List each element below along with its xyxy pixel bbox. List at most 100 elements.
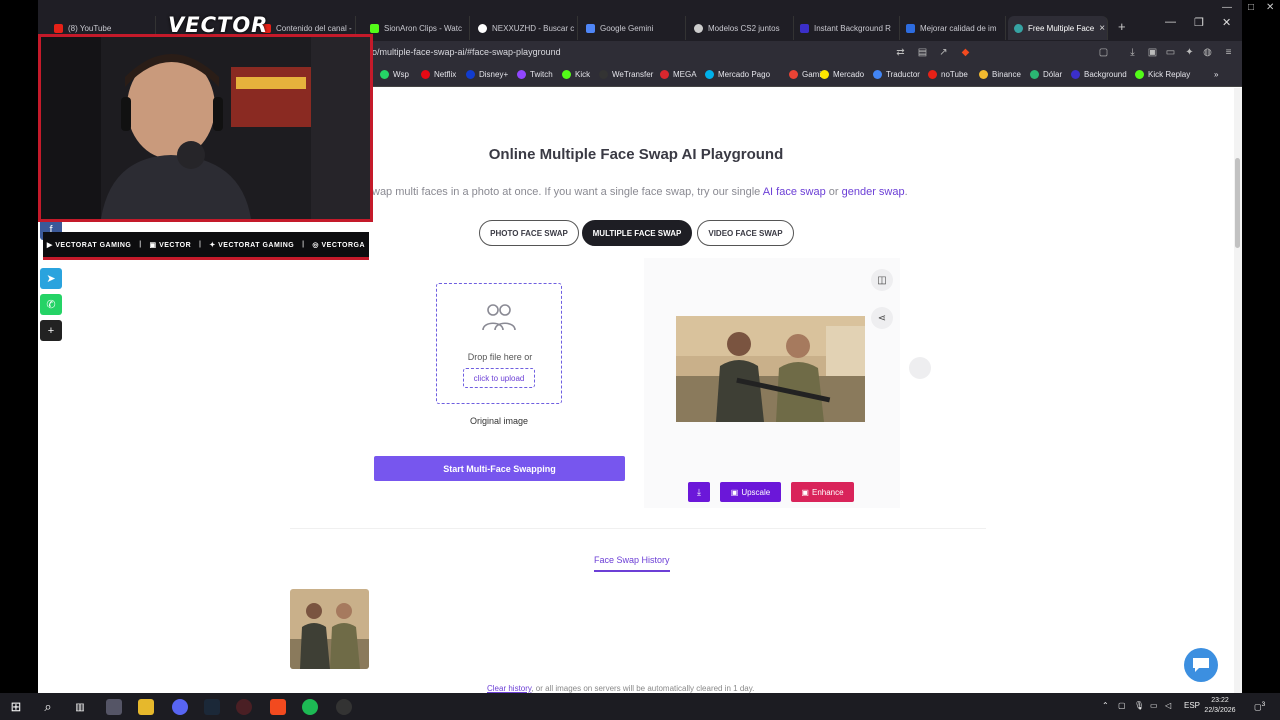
video-face-swap-button[interactable]: VIDEO FACE SWAP bbox=[697, 220, 794, 246]
spotify-icon[interactable] bbox=[302, 699, 318, 715]
url-text[interactable]: o/multiple-face-swap-ai/#face-swap-playg… bbox=[372, 47, 561, 57]
obs-icon[interactable] bbox=[236, 699, 252, 715]
whatsapp-share-icon[interactable]: ✆ bbox=[40, 294, 62, 315]
notifications-icon[interactable]: ▢3 bbox=[1254, 701, 1265, 712]
enhance-button[interactable]: ▣ Enhance bbox=[791, 482, 854, 502]
tab-modelos[interactable]: Modelos CS2 juntos bbox=[688, 16, 794, 40]
tray-chevron-icon[interactable]: ⌃ bbox=[1102, 701, 1109, 710]
menu-icon[interactable]: ≡ bbox=[1222, 46, 1235, 59]
photo-face-swap-button[interactable]: PHOTO FACE SWAP bbox=[479, 220, 579, 246]
bookmark-label: Kick Replay bbox=[1148, 70, 1191, 79]
tab-active-face-swap[interactable]: Free Multiple Face × bbox=[1008, 16, 1108, 40]
more-bookmarks-icon[interactable]: » bbox=[1214, 70, 1218, 79]
sidebar-icon[interactable]: ▢ bbox=[1097, 46, 1110, 59]
bookmark-item[interactable]: Mercado Pago bbox=[705, 70, 770, 79]
kick-icon bbox=[370, 23, 379, 33]
tab-label: Mejorar calidad de im bbox=[920, 23, 997, 33]
bookmark-item[interactable]: Wsp bbox=[380, 70, 409, 79]
minimize-button[interactable]: — bbox=[1165, 16, 1176, 28]
wallet-icon[interactable]: ▭ bbox=[1164, 46, 1177, 59]
bookmark-icon bbox=[466, 70, 475, 79]
gender-swap-link[interactable]: gender swap bbox=[842, 186, 905, 198]
bookmark-item[interactable]: Mercado bbox=[820, 70, 864, 79]
bookmark-icon bbox=[380, 70, 389, 79]
network-icon[interactable]: ▭ bbox=[1150, 701, 1158, 710]
reader-icon[interactable]: ▤ bbox=[916, 46, 929, 59]
separator: | bbox=[302, 241, 305, 248]
download-icon[interactable]: ⤓ bbox=[1126, 46, 1139, 59]
leo-icon[interactable]: ✦ bbox=[1183, 46, 1196, 59]
separator: | bbox=[139, 241, 142, 248]
panel-icon[interactable]: ▣ bbox=[1146, 46, 1159, 59]
bookmark-item[interactable]: Disney+ bbox=[466, 70, 508, 79]
download-result-button[interactable]: ⤓ bbox=[688, 482, 710, 502]
share-icon[interactable]: ⋖ bbox=[871, 307, 893, 329]
discord-icon[interactable] bbox=[172, 699, 188, 715]
file-explorer-icon[interactable] bbox=[138, 699, 154, 715]
task-view-icon[interactable]: ▥ bbox=[72, 699, 88, 715]
new-tab-button[interactable]: + bbox=[1118, 19, 1126, 34]
history-thumbnail[interactable] bbox=[290, 589, 369, 669]
bookmark-item[interactable]: Gamil bbox=[789, 70, 823, 79]
scrollbar-thumb[interactable] bbox=[1235, 158, 1240, 248]
bookmark-icon bbox=[1135, 70, 1144, 79]
bookmark-item[interactable]: Traductor bbox=[873, 70, 920, 79]
compare-icon[interactable]: ◫ bbox=[871, 269, 893, 291]
vpn-icon[interactable]: ◍ bbox=[1201, 46, 1214, 59]
volume-icon[interactable]: ◁ bbox=[1165, 701, 1171, 710]
translate-icon[interactable]: ⇄ bbox=[894, 46, 907, 59]
brave-icon[interactable] bbox=[270, 699, 286, 715]
bookmark-item[interactable]: Background bbox=[1071, 70, 1127, 79]
tray-app-icon[interactable]: ▢ bbox=[1118, 701, 1126, 710]
tab-nexxuzhd[interactable]: NEXXUZHD - Buscar c bbox=[472, 16, 578, 40]
page-scrollbar[interactable] bbox=[1234, 88, 1242, 693]
tab-face-swap-history[interactable]: Face Swap History bbox=[594, 555, 670, 572]
upscale-button[interactable]: ▣ Upscale bbox=[720, 482, 781, 502]
compare-icon[interactable] bbox=[909, 357, 931, 379]
clear-history-link[interactable]: Clear history bbox=[487, 684, 531, 693]
bookmark-label: WeTransfer bbox=[612, 70, 654, 79]
app-icon[interactable] bbox=[106, 699, 122, 715]
microphone-icon[interactable]: 🎙 bbox=[1134, 701, 1144, 710]
chat-button[interactable] bbox=[1184, 648, 1218, 682]
telegram-share-icon[interactable]: ➤ bbox=[40, 268, 62, 289]
bookmark-item[interactable]: Twitch bbox=[517, 70, 553, 79]
search-icon[interactable]: ⌕ bbox=[40, 699, 56, 715]
vector-logo: VECTOR bbox=[168, 13, 269, 37]
app-icon[interactable] bbox=[336, 699, 352, 715]
os-maximize-icon[interactable]: □ bbox=[1248, 2, 1254, 13]
tab-gemini[interactable]: Google Gemini bbox=[580, 16, 686, 40]
tab-instant-bg[interactable]: Instant Background R bbox=[794, 16, 900, 40]
close-window-button[interactable]: ✕ bbox=[1222, 16, 1231, 29]
brave-shield-icon[interactable]: ◆ bbox=[959, 46, 972, 59]
bookmark-item[interactable]: Netflix bbox=[421, 70, 456, 79]
more-share-icon[interactable]: + bbox=[40, 320, 62, 341]
bookmark-item[interactable]: Dólar bbox=[1030, 70, 1062, 79]
start-swapping-button[interactable]: Start Multi-Face Swapping bbox=[374, 456, 625, 481]
bookmark-item[interactable]: WeTransfer bbox=[599, 70, 653, 79]
result-image[interactable] bbox=[676, 316, 865, 422]
steam-icon[interactable] bbox=[204, 699, 220, 715]
page-icon bbox=[1014, 23, 1023, 33]
maximize-button[interactable]: ❐ bbox=[1194, 16, 1204, 29]
tab-mejorar[interactable]: Mejorar calidad de im bbox=[900, 16, 1006, 40]
close-tab-icon[interactable]: × bbox=[1099, 23, 1105, 34]
clock[interactable]: 23:22 22/3/2026 bbox=[1198, 696, 1242, 716]
bookmark-item[interactable]: Kick Replay bbox=[1135, 70, 1190, 79]
bookmark-item[interactable]: Binance bbox=[979, 70, 1021, 79]
multiple-face-swap-button[interactable]: MULTIPLE FACE SWAP bbox=[582, 220, 692, 246]
bookmark-item[interactable]: noTube bbox=[928, 70, 968, 79]
bookmark-item[interactable]: Kick bbox=[562, 70, 590, 79]
click-to-upload-button[interactable]: click to upload bbox=[463, 368, 535, 388]
upload-dropzone[interactable]: Drop file here or click to upload bbox=[436, 283, 562, 404]
tab-sionaron[interactable]: SionAron Clips - Watc bbox=[364, 16, 470, 40]
ai-face-swap-link[interactable]: AI face swap bbox=[763, 186, 826, 198]
windows-start-icon[interactable]: ⊞ bbox=[8, 699, 24, 715]
share-icon[interactable]: ↗ bbox=[937, 46, 950, 59]
bookmark-item[interactable]: MEGA bbox=[660, 70, 697, 79]
drop-text: Drop file here or bbox=[467, 352, 533, 362]
social-handle: VECTORGA bbox=[321, 241, 366, 249]
os-minimize-icon[interactable]: — bbox=[1222, 2, 1232, 13]
os-close-icon[interactable]: ✕ bbox=[1266, 2, 1274, 13]
download-icon: ⤓ bbox=[697, 486, 701, 497]
